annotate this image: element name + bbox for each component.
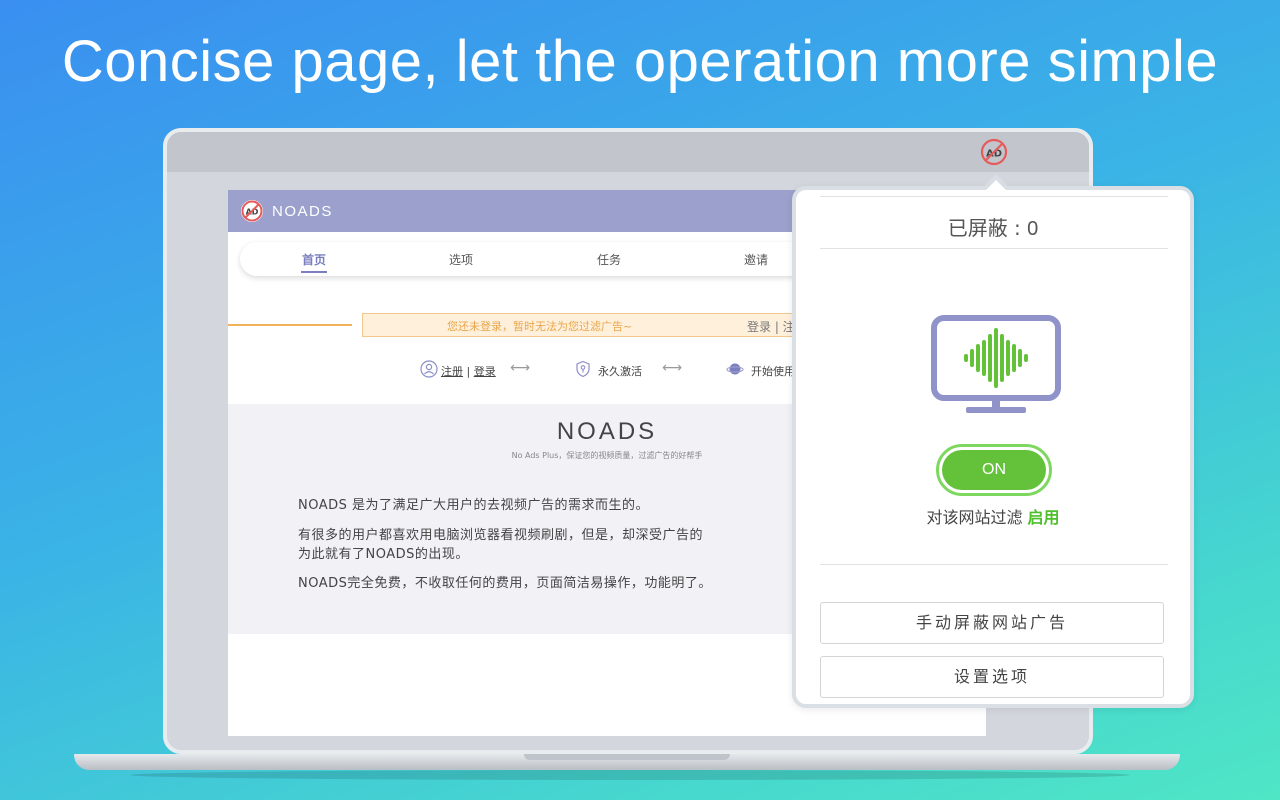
filter-text: 对该网站过滤 bbox=[926, 508, 1028, 527]
popup-divider bbox=[820, 196, 1168, 197]
register-link[interactable]: 注册 bbox=[441, 365, 463, 378]
filter-status-text: 对该网站过滤 启用 bbox=[796, 504, 1190, 528]
about-paragraph-2: 有很多的用户都喜欢用电脑浏览器看视频刷剧，但是，却深受广告的 bbox=[298, 528, 704, 543]
nav-tab-home[interactable]: 首页 bbox=[302, 251, 326, 268]
filter-enabled-badge: 启用 bbox=[1027, 508, 1060, 527]
manual-block-button[interactable]: 手动屏蔽网站广告 bbox=[820, 602, 1164, 644]
planet-icon bbox=[726, 363, 744, 375]
extension-popup: 已屏蔽 : 0 ON 对该网站过滤 启用 手动屏蔽网站广告 设置选项 bbox=[792, 186, 1194, 708]
popup-divider bbox=[820, 564, 1168, 565]
about-paragraph-3: NOADS完全免费，不收取任何的费用，页面简洁易操作，功能明了。 bbox=[298, 576, 712, 591]
user-icon bbox=[420, 360, 438, 378]
brand-name: NOADS bbox=[272, 202, 333, 220]
nav-active-indicator bbox=[301, 271, 327, 273]
blocked-label: 已屏蔽 : bbox=[947, 216, 1028, 240]
nav-tab-tasks[interactable]: 任务 bbox=[597, 251, 621, 268]
activate-step: 永久激活 bbox=[598, 365, 642, 378]
settings-button[interactable]: 设置选项 bbox=[820, 656, 1164, 698]
notice-divider bbox=[228, 324, 352, 326]
toggle-label: ON bbox=[942, 450, 1046, 490]
shield-key-icon bbox=[576, 360, 590, 378]
notice-login-link[interactable]: 登录 | 注 bbox=[747, 318, 795, 335]
nav-tab-invite[interactable]: 邀请 bbox=[744, 251, 768, 268]
popup-caret-fill bbox=[986, 180, 1006, 190]
monitor-soundwave-icon bbox=[931, 315, 1061, 413]
popup-divider bbox=[820, 248, 1168, 249]
no-ad-icon: AD bbox=[241, 200, 263, 222]
notice-text: 您还未登录，暂时无法为您过滤广告~ bbox=[447, 320, 633, 333]
blocked-counter: 已屏蔽 : 0 bbox=[796, 212, 1190, 241]
filter-toggle[interactable]: ON bbox=[936, 444, 1052, 496]
no-ad-extension-icon[interactable]: AD bbox=[980, 138, 1008, 166]
arrow-icon: ⟷ bbox=[510, 360, 531, 376]
laptop-base-notch bbox=[524, 754, 730, 760]
nav-tab-options[interactable]: 选项 bbox=[449, 251, 473, 268]
login-link[interactable]: 登录 bbox=[474, 365, 496, 378]
headline: Concise page, let the operation more sim… bbox=[61, 29, 1219, 94]
blocked-count: 0 bbox=[1027, 218, 1039, 240]
arrow-icon: ⟷ bbox=[662, 360, 683, 376]
steps-separator: | bbox=[466, 365, 471, 378]
about-paragraph-1: NOADS 是为了满足广大用户的去视频广告的需求而生的。 bbox=[298, 498, 650, 513]
start-step: 开始使用 bbox=[751, 365, 795, 378]
browser-toolbar bbox=[167, 132, 1089, 172]
about-paragraph-2-cont: 为此就有了NOADS的出现。 bbox=[298, 547, 469, 562]
laptop-shadow bbox=[130, 770, 1130, 780]
